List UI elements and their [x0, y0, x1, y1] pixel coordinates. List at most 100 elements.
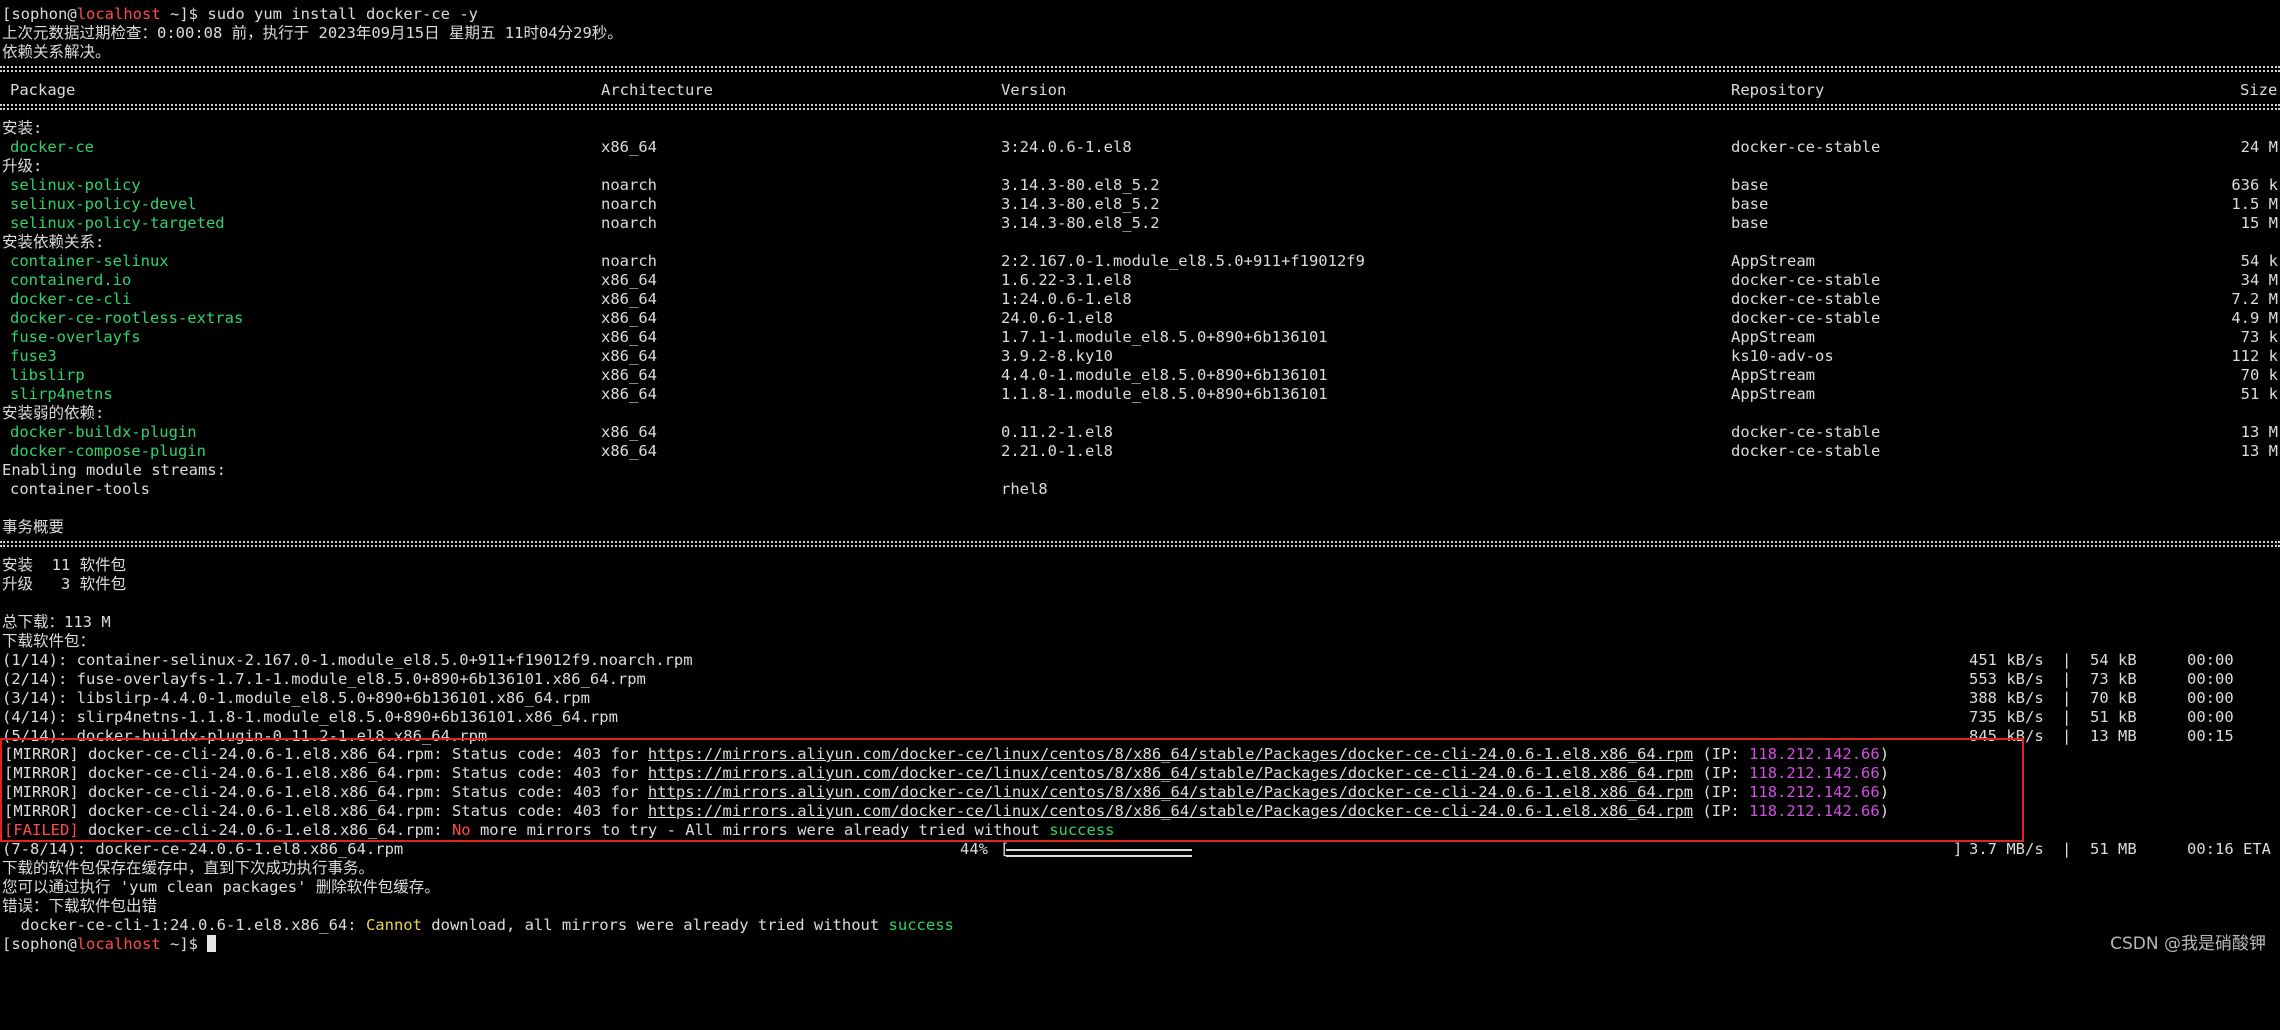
download-row: (4/14): slirp4netns-1.1.8-1.module_el8.5… — [2, 708, 2280, 727]
mirror-error-line: [MIRROR] docker-ce-cli-24.0.6-1.el8.x86_… — [4, 802, 1889, 821]
table-header: Package Architecture Version Repository … — [2, 81, 2280, 100]
package-repo: AppStream — [1731, 366, 1815, 384]
error-detail: docker-ce-cli-1:24.0.6-1.el8.x86_64: Can… — [2, 916, 954, 934]
clean-hint: 您可以通过执行 'yum clean packages' 删除软件包缓存。 — [2, 878, 440, 896]
package-arch: x86_64 — [601, 385, 657, 403]
table-row: fuse3 x86_64 3.9.2-8.ky10 ks10-adv-os 112 k — [2, 347, 2280, 366]
mirror-url-link[interactable]: https://mirrors.aliyun.com/docker-ce/lin… — [648, 802, 1693, 820]
mirror-text: [MIRROR] — [4, 783, 79, 801]
download-row: (2/14): fuse-overlayfs-1.7.1-1.module_el… — [2, 670, 2280, 689]
shell-prompt[interactable]: [sophon@localhost ~]$ — [2, 935, 217, 954]
package-name: container-selinux — [10, 252, 169, 270]
mirror-text: (IP: — [1693, 802, 1750, 820]
download-name: (4/14): slirp4netns-1.1.8-1.module_el8.5… — [2, 708, 618, 726]
package-arch: x86_64 — [601, 309, 657, 327]
mirror-error-line: [MIRROR] docker-ce-cli-24.0.6-1.el8.x86_… — [4, 783, 1889, 802]
package-repo: base — [1731, 214, 1769, 232]
package-name: slirp4netns — [10, 385, 113, 403]
package-name: docker-compose-plugin — [10, 442, 206, 460]
mirror-text: ) — [1879, 783, 1890, 801]
downloading-label: 下载软件包： — [2, 632, 96, 650]
package-repo: AppStream — [1731, 252, 1815, 270]
package-version: 1.1.8-1.module_el8.5.0+890+6b136101 — [1001, 385, 1328, 403]
package-size: 73 k — [2240, 328, 2278, 346]
mirror-text: (IP: — [1693, 783, 1750, 801]
mirror-text: [MIRROR] — [4, 802, 79, 820]
mirror-text: [MIRROR] — [4, 745, 79, 763]
package-arch: x86_64 — [601, 138, 657, 156]
separator — [0, 541, 2280, 548]
summary-install: 安装 11 软件包 — [2, 556, 127, 574]
package-version: 2.21.0-1.el8 — [1001, 442, 1113, 460]
table-row: selinux-policy-devel noarch 3.14.3-80.el8_… — [2, 195, 2280, 214]
table-row: container-selinux noarch 2:2.167.0-1.modul… — [2, 252, 2280, 271]
download-speed: 553 kB/s — [1969, 670, 2044, 688]
download-time: 00:00 — [2187, 689, 2234, 707]
package-size: 34 M — [2240, 271, 2278, 289]
package-version: 3.14.3-80.el8_5.2 — [1001, 195, 1160, 213]
package-size: 13 M — [2240, 423, 2278, 441]
package-version: 0.11.2-1.el8 — [1001, 423, 1113, 441]
package-size: 636 k — [2231, 176, 2278, 194]
summary-total: 总下载：113 M — [2, 613, 111, 631]
package-arch: x86_64 — [601, 271, 657, 289]
package-size: 24 M — [2240, 138, 2278, 156]
mirror-text: 118.212.142.66 — [1749, 764, 1880, 782]
package-version: 1:24.0.6-1.el8 — [1001, 290, 1132, 308]
download-name: (3/14): libslirp-4.4.0-1.module_el8.5.0+… — [2, 689, 590, 707]
mirror-url-link[interactable]: https://mirrors.aliyun.com/docker-ce/lin… — [648, 745, 1693, 763]
column-separator: | — [2062, 651, 2072, 669]
terminal-window[interactable]: 依赖关系解决。 [sophon@localhost ~]$ sudo yum i… — [0, 0, 2280, 964]
download-size: 51 kB — [2090, 708, 2137, 726]
package-version: 1.7.1-1.module_el8.5.0+890+6b136101 — [1001, 328, 1328, 346]
metadata-line: 上次元数据过期检查：0:00:08 前，执行于 2023年09月15日 星期五 … — [2, 24, 623, 42]
package-repo: docker-ce-stable — [1731, 423, 1881, 441]
mirror-text: docker-ce-cli-24.0.6-1.el8.x86_64.rpm: S… — [78, 745, 648, 763]
module-label: Enabling module streams: — [2, 461, 226, 479]
package-size: 15 M — [2240, 214, 2278, 232]
header-repo: Repository — [1731, 81, 1825, 99]
package-arch: noarch — [601, 214, 657, 232]
download-row: (1/14): container-selinux-2.167.0-1.modu… — [2, 651, 2280, 670]
mirror-text: (IP: — [1693, 745, 1750, 763]
mirror-text: docker-ce-cli-24.0.6-1.el8.x86_64.rpm: S… — [78, 783, 648, 801]
package-size: 51 k — [2240, 385, 2278, 403]
package-version: 24.0.6-1.el8 — [1001, 309, 1113, 327]
group-label: 升级: — [2, 157, 43, 175]
package-name: selinux-policy-devel — [10, 195, 197, 213]
table-row: docker-ce-rootless-extras x86_64 24.0.6-1.… — [2, 309, 2280, 328]
package-size: 70 k — [2240, 366, 2278, 384]
package-repo: docker-ce-stable — [1731, 309, 1881, 327]
download-size: 70 kB — [2090, 689, 2137, 707]
download-name: (1/14): container-selinux-2.167.0-1.modu… — [2, 651, 693, 669]
package-version: 3.14.3-80.el8_5.2 — [1001, 176, 1160, 194]
table-row: selinux-policy noarch 3.14.3-80.el8_5.2 bas… — [2, 176, 2280, 195]
mirror-url-link[interactable]: https://mirrors.aliyun.com/docker-ce/lin… — [648, 783, 1693, 801]
text-cursor — [207, 935, 217, 952]
download-size: 54 kB — [2090, 651, 2137, 669]
package-arch: noarch — [601, 195, 657, 213]
package-name: docker-ce — [10, 138, 94, 156]
group-label: 安装弱的依赖: — [2, 404, 105, 422]
package-name: selinux-policy — [10, 176, 141, 194]
package-arch: x86_64 — [601, 347, 657, 365]
column-separator: | — [2062, 727, 2072, 745]
column-separator: | — [2062, 708, 2072, 726]
group-label: 安装: — [2, 119, 43, 137]
command-line: [sophon@localhost ~]$ sudo yum install d… — [2, 5, 478, 23]
mirror-url-link[interactable]: https://mirrors.aliyun.com/docker-ce/lin… — [648, 764, 1693, 782]
package-arch: x86_64 — [601, 290, 657, 308]
package-size: 112 k — [2231, 347, 2278, 365]
package-repo: docker-ce-stable — [1731, 290, 1881, 308]
table-row: libslirp x86_64 4.4.0-1.module_el8.5.0+890… — [2, 366, 2280, 385]
header-size: Size — [2240, 81, 2278, 99]
summary-title: 事务概要 — [2, 518, 65, 536]
table-row: slirp4netns x86_64 1.1.8-1.module_el8.5.0+… — [2, 385, 2280, 404]
package-arch: x86_64 — [601, 328, 657, 346]
package-arch: noarch — [601, 176, 657, 194]
table-row: containerd.io x86_64 1.6.22-3.1.el8 docker-… — [2, 271, 2280, 290]
package-version: 3.9.2-8.ky10 — [1001, 347, 1113, 365]
mirror-text: 118.212.142.66 — [1749, 783, 1880, 801]
package-version: 4.4.0-1.module_el8.5.0+890+6b136101 — [1001, 366, 1328, 384]
package-name: containerd.io — [10, 271, 132, 289]
